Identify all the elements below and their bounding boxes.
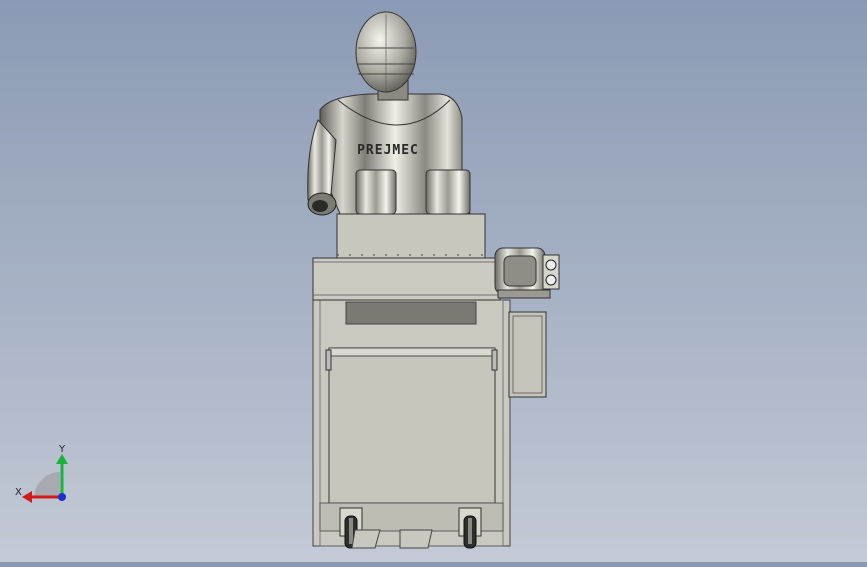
- robot-head[interactable]: [355, 11, 417, 101]
- motor-assembly[interactable]: [494, 247, 560, 299]
- cad-viewport[interactable]: PREJMEC Y X: [0, 0, 867, 562]
- y-axis-label: Y: [58, 444, 66, 455]
- middle-housing[interactable]: [312, 213, 501, 301]
- robot-torso[interactable]: PREJMEC: [307, 93, 471, 216]
- torso-logo: PREJMEC: [357, 143, 419, 158]
- model-render[interactable]: PREJMEC: [0, 0, 867, 562]
- view-orientation-triad[interactable]: Y X: [12, 440, 82, 510]
- side-panel-box[interactable]: [508, 311, 547, 398]
- x-axis-label: X: [15, 487, 22, 498]
- z-axis-dot: [58, 493, 66, 501]
